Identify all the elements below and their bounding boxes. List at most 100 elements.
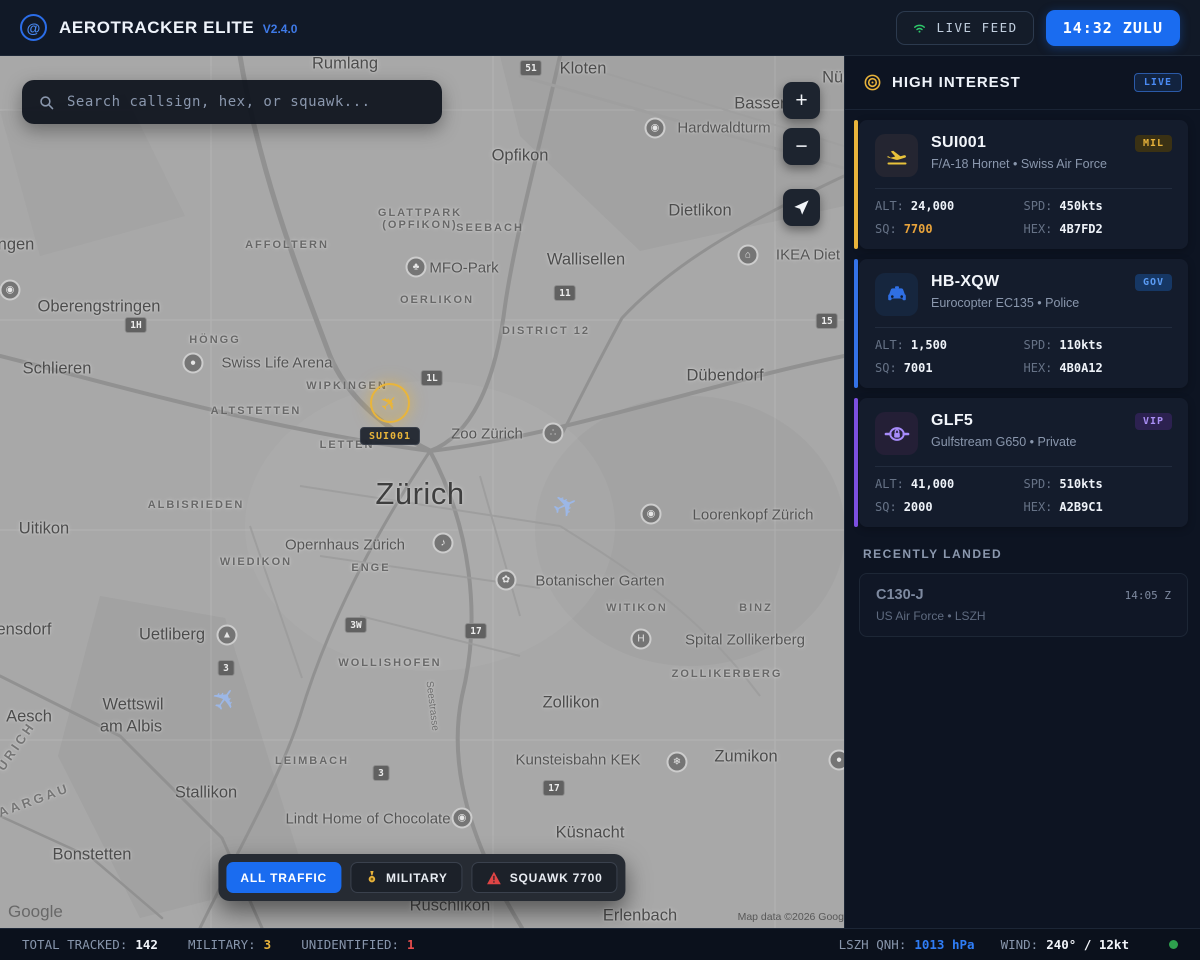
hex-label: HEX: — [1024, 361, 1053, 375]
map-label: ALBISRIEDEN — [148, 499, 245, 511]
sq-label: SQ: — [875, 222, 897, 236]
police-car-icon — [875, 273, 918, 316]
card-callsign: SUI001 — [931, 134, 986, 152]
traffic-aircraft-marker[interactable]: ✈ — [548, 488, 583, 526]
map-canvas[interactable]: RumlangKlotenNüreBassersOpfikonDietlikon… — [0, 56, 844, 928]
navigation-arrow-icon — [792, 198, 811, 217]
map-label: Stallikon — [175, 784, 237, 803]
filter-all-traffic-button[interactable]: ALL TRAFFIC — [226, 862, 341, 893]
edge-poi: ◉ — [0, 280, 21, 301]
aircraft-card-sui001[interactable]: SUI001 MIL F/A-18 Hornet • Swiss Air For… — [859, 120, 1188, 249]
panel-title: HIGH INTEREST — [892, 74, 1124, 91]
alt-value: 1,500 — [911, 338, 947, 352]
card-stats: ALT:24,000 SPD:450kts SQ:7700 HEX:4B7FD2 — [875, 199, 1172, 236]
connection-status-dot — [1169, 940, 1178, 949]
filter-squawk-label: SQUAWK 7700 — [510, 871, 603, 885]
map-label: Zumikon — [714, 748, 777, 767]
map-label: Swiss Life Arena — [222, 355, 333, 372]
aircraft-card-glf5[interactable]: GLF5 VIP Gulfstream G650 • Private ALT:4… — [859, 398, 1188, 527]
map-label: Zürich — [375, 476, 464, 512]
hospital-poi: H — [631, 629, 652, 650]
google-watermark: Google — [8, 902, 63, 922]
map-label: GLATTPARK — [378, 207, 462, 219]
spd-value: 110kts — [1059, 338, 1102, 352]
map-label: Bonstetten — [53, 846, 132, 865]
map-label: IKEA Diet — [776, 247, 840, 264]
live-feed-label: LIVE FEED — [936, 20, 1017, 35]
filter-military-button[interactable]: MILITARY — [350, 862, 463, 893]
zoom-in-button[interactable]: + — [783, 82, 820, 119]
spd-value: 510kts — [1059, 477, 1102, 491]
map-label: Kunsteisbahn KEK — [515, 752, 640, 769]
edge-poi: ● — [829, 750, 845, 771]
aircraft-marker-label: SUI001 — [360, 427, 420, 445]
map-attribution: Map data ©2026 Goog — [738, 911, 844, 923]
alt-label: ALT: — [875, 477, 904, 491]
road-shield: 3 — [373, 765, 390, 781]
medal-icon — [365, 870, 378, 885]
road-shield: 11 — [554, 285, 576, 301]
aircraft-card-hbxqw[interactable]: HB-XQW GOV Eurocopter EC135 • Police ALT… — [859, 259, 1188, 388]
map-label: Seestrasse — [423, 681, 440, 732]
brand: @ AEROTRACKER ELITE V2.4.0 — [20, 14, 297, 41]
mil-badge: MIL — [1135, 135, 1172, 152]
map-label: ensdorf — [0, 621, 52, 640]
plane-icon: ✈ — [376, 389, 403, 416]
spd-label: SPD: — [1024, 338, 1053, 352]
aircraft-marker-sui001[interactable]: ✈ — [370, 383, 410, 423]
privacy-lock-icon — [875, 412, 918, 455]
card-stats: ALT:1,500 SPD:110kts SQ:7001 HEX:4B0A12 — [875, 338, 1172, 375]
search-input[interactable] — [67, 94, 426, 110]
map-label: Kloten — [560, 60, 607, 79]
map-label: Zoo Zürich — [451, 426, 523, 443]
road-shield: 1H — [125, 317, 147, 333]
map-label: WIEDIKON — [220, 556, 292, 568]
map-label: Oberengstringen — [38, 298, 161, 317]
military-count-label: MILITARY: — [188, 937, 256, 952]
map-label: Dübendorf — [686, 367, 763, 386]
zoom-out-button[interactable]: − — [783, 128, 820, 165]
map-label: WITIKON — [606, 602, 668, 614]
traffic-aircraft-marker[interactable]: ✈ — [207, 681, 246, 719]
vip-badge: VIP — [1135, 413, 1172, 430]
high-interest-panel: HIGH INTEREST LIVE SUI001 MIL F/A-18 Hor… — [844, 56, 1200, 928]
card-subtitle: F/A-18 Hornet • Swiss Air Force — [931, 157, 1172, 171]
sidebar-header: HIGH INTEREST LIVE — [845, 56, 1200, 110]
map-label: AFFOLTERN — [245, 239, 329, 251]
ikea-poi: ⌂ — [738, 245, 759, 266]
map-label: Wallisellen — [547, 251, 625, 270]
card-divider — [875, 327, 1172, 328]
search-icon — [38, 94, 55, 111]
map-label: Küsnacht — [556, 824, 625, 843]
spd-label: SPD: — [1024, 477, 1053, 491]
sq-value: 7001 — [904, 361, 933, 375]
warning-triangle-icon — [487, 871, 502, 885]
map-label: Opfikon — [492, 147, 549, 166]
map-label: HÖNGG — [189, 334, 241, 346]
locate-button[interactable] — [783, 189, 820, 226]
opera-poi: ♪ — [433, 533, 454, 554]
filter-military-label: MILITARY — [386, 871, 448, 885]
map-label: ENGE — [351, 562, 390, 574]
museum-poi: ◉ — [452, 808, 473, 829]
filter-squawk-7700-button[interactable]: SQUAWK 7700 — [472, 862, 618, 893]
road-shield: 3W — [345, 617, 367, 633]
live-feed-button[interactable]: LIVE FEED — [896, 11, 1033, 45]
alt-label: ALT: — [875, 199, 904, 213]
map-label: LEIMBACH — [275, 755, 349, 767]
spd-value: 450kts — [1059, 199, 1102, 213]
wind-label: WIND: — [1001, 937, 1039, 952]
map-label: ngen — [0, 236, 34, 255]
map-label: Opernhaus Zürich — [285, 537, 405, 554]
recent-callsign: C130-J — [876, 587, 924, 603]
map-label: Uitikon — [19, 520, 69, 539]
road-shield: 1L — [421, 370, 443, 386]
gov-badge: GOV — [1135, 274, 1172, 291]
park-poi: ♣ — [406, 257, 427, 278]
card-callsign: HB-XQW — [931, 273, 999, 291]
recently-landed-card[interactable]: C130-J 14:05 Z US Air Force • LSZH — [859, 573, 1188, 637]
zulu-clock-button[interactable]: 14:32 ZULU — [1046, 10, 1180, 46]
total-tracked-value: 142 — [135, 937, 158, 952]
map-label: BINZ — [739, 602, 773, 614]
map-label: MFO-Park — [429, 260, 498, 277]
